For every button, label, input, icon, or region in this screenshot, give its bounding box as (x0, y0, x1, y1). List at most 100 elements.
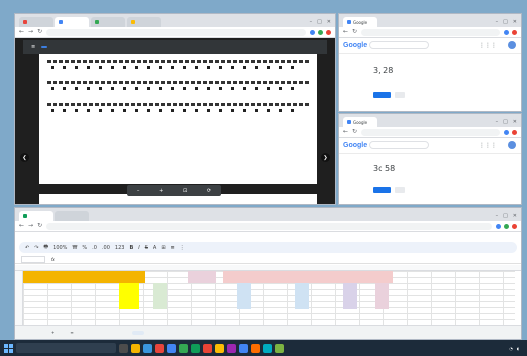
search-input[interactable] (369, 141, 429, 149)
app-icon[interactable] (251, 343, 260, 353)
app-icon[interactable] (275, 343, 284, 353)
back-icon[interactable]: ← (343, 29, 348, 35)
reload-icon[interactable]: ↻ (37, 223, 42, 229)
minimize-icon[interactable]: – (496, 213, 499, 219)
strikethrough-button[interactable]: S (145, 245, 148, 251)
back-icon[interactable]: ← (343, 129, 348, 135)
print-icon[interactable]: 🖶 (43, 244, 48, 252)
close-icon[interactable]: ✕ (327, 19, 331, 25)
reload-icon[interactable]: ↻ (352, 29, 357, 35)
currency-icon[interactable]: ₩ (72, 245, 77, 251)
url-input[interactable] (361, 28, 500, 36)
search-input[interactable] (369, 41, 429, 49)
url-input[interactable] (46, 28, 306, 36)
browser-tab-active[interactable]: Google (343, 17, 377, 27)
bold-button[interactable]: B (129, 245, 133, 251)
pdf-menu-icon[interactable]: ≡ (31, 44, 35, 50)
extension-icon[interactable] (496, 223, 501, 229)
avatar[interactable] (508, 141, 516, 149)
fit-page-icon[interactable]: ⊡ (183, 188, 187, 194)
secondary-button[interactable] (395, 92, 405, 98)
reload-icon[interactable]: ↻ (37, 29, 42, 35)
start-button[interactable] (4, 343, 13, 353)
google-logo[interactable]: Google (343, 42, 367, 49)
sheet-tab[interactable] (100, 331, 112, 335)
primary-button[interactable] (373, 92, 391, 98)
maximize-icon[interactable]: □ (503, 213, 508, 219)
borders-icon[interactable]: ⊞ (161, 245, 165, 251)
zoom-out-button[interactable]: – (137, 188, 140, 194)
increase-decimal-icon[interactable]: .00 (102, 245, 110, 251)
app-icon[interactable] (239, 343, 248, 353)
app-icon[interactable] (155, 343, 164, 353)
secondary-button[interactable] (395, 187, 405, 193)
wifi-icon[interactable]: ◔ (509, 346, 513, 351)
back-icon[interactable]: ← (19, 29, 24, 35)
more-icon[interactable]: ⋮ (180, 245, 185, 251)
edge-icon[interactable] (143, 343, 152, 353)
close-icon[interactable]: ✕ (513, 19, 517, 25)
back-icon[interactable]: ← (19, 223, 24, 229)
name-box[interactable] (21, 255, 45, 263)
task-view-icon[interactable] (119, 343, 128, 353)
extension-icon[interactable] (512, 129, 517, 135)
sheet-tab-active[interactable] (131, 330, 144, 335)
extension-icon[interactable] (310, 29, 315, 35)
browser-tab-active[interactable] (55, 17, 89, 27)
url-input[interactable] (46, 222, 492, 230)
all-sheets-button[interactable]: ≡ (64, 328, 79, 337)
apps-icon[interactable]: ⋮⋮⋮ (479, 42, 497, 49)
extension-icon[interactable] (504, 129, 509, 135)
prev-page-button[interactable]: ❮ (20, 153, 29, 162)
extension-icon[interactable] (318, 29, 323, 35)
app-icon[interactable] (215, 343, 224, 353)
avatar[interactable] (508, 41, 516, 49)
formula-input[interactable] (61, 256, 521, 263)
align-icon[interactable]: ≣ (171, 245, 175, 251)
minimize-icon[interactable]: – (496, 119, 499, 125)
rotate-icon[interactable]: ⟳ (207, 188, 211, 194)
app-icon[interactable] (263, 343, 272, 353)
extension-icon[interactable] (504, 223, 509, 229)
app-icon[interactable] (179, 343, 188, 353)
decrease-decimal-icon[interactable]: .0 (92, 245, 97, 251)
close-icon[interactable]: ✕ (513, 213, 517, 219)
apps-icon[interactable]: ⋮⋮⋮ (479, 142, 497, 149)
chrome-icon[interactable] (167, 343, 176, 353)
zoom-select[interactable]: 100% (53, 245, 67, 251)
text-color-icon[interactable]: A (153, 245, 156, 251)
sheet-tab[interactable] (116, 331, 128, 335)
number-format-icon[interactable]: 123 (115, 245, 125, 251)
next-page-button[interactable]: ❯ (321, 153, 330, 162)
close-icon[interactable]: ✕ (513, 119, 517, 125)
app-icon[interactable] (191, 343, 200, 353)
minimize-icon[interactable]: – (496, 19, 499, 25)
app-icon[interactable] (227, 343, 236, 353)
google-logo[interactable]: Google (343, 142, 367, 149)
extension-icon[interactable] (504, 29, 509, 35)
taskbar-search[interactable] (16, 343, 116, 353)
add-sheet-button[interactable]: + (45, 328, 60, 337)
url-input[interactable] (361, 128, 500, 136)
browser-tab[interactable] (127, 17, 161, 27)
percent-icon[interactable]: % (82, 245, 87, 251)
redo-icon[interactable]: ↷ (34, 245, 38, 251)
maximize-icon[interactable]: □ (503, 19, 508, 25)
new-tab-button[interactable] (55, 211, 89, 221)
browser-tab[interactable] (19, 17, 53, 27)
italic-button[interactable]: I (138, 245, 139, 251)
reload-icon[interactable]: ↻ (352, 129, 357, 135)
sheet-tab[interactable] (84, 331, 96, 335)
forward-icon[interactable]: → (28, 29, 33, 35)
extension-icon[interactable] (512, 223, 517, 229)
browser-tab-active[interactable] (19, 211, 53, 221)
forward-icon[interactable]: → (28, 223, 33, 229)
extension-icon[interactable] (326, 29, 331, 35)
maximize-icon[interactable]: □ (317, 19, 322, 25)
primary-button[interactable] (373, 187, 391, 193)
browser-tab-active[interactable]: Google (343, 117, 377, 127)
maximize-icon[interactable]: □ (503, 119, 508, 125)
file-explorer-icon[interactable] (131, 343, 140, 353)
browser-tab[interactable] (91, 17, 125, 27)
app-icon[interactable] (203, 343, 212, 353)
